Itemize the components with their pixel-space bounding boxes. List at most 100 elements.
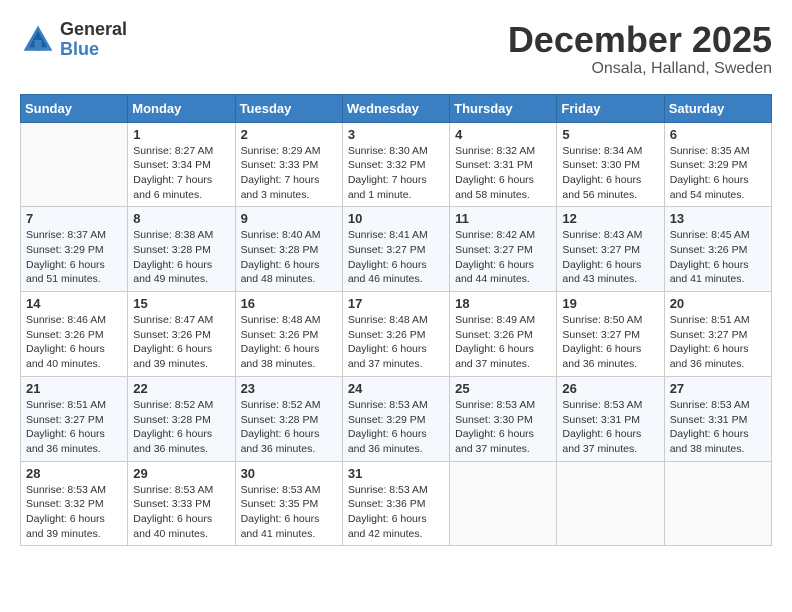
calendar-cell: 15 Sunrise: 8:47 AM Sunset: 3:26 PM Dayli…	[128, 292, 235, 377]
day-number: 22	[133, 381, 229, 396]
day-info: Sunrise: 8:40 AM Sunset: 3:28 PM Dayligh…	[241, 228, 337, 287]
day-info: Sunrise: 8:47 AM Sunset: 3:26 PM Dayligh…	[133, 313, 229, 372]
calendar-cell: 5 Sunrise: 8:34 AM Sunset: 3:30 PM Daylig…	[557, 122, 664, 207]
header-friday: Friday	[557, 94, 664, 122]
calendar-cell: 1Sunrise: 8:27 AM Sunset: 3:34 PM Daylig…	[128, 122, 235, 207]
calendar-week-row: 14 Sunrise: 8:46 AM Sunset: 3:26 PM Dayli…	[21, 292, 772, 377]
calendar-cell: 20Sunrise: 8:51 AM Sunset: 3:27 PM Dayli…	[664, 292, 771, 377]
day-number: 16	[241, 296, 337, 311]
day-info: Sunrise: 8:46 AM Sunset: 3:26 PM Dayligh…	[26, 313, 122, 372]
day-info: Sunrise: 8:43 AM Sunset: 3:27 PM Dayligh…	[562, 228, 658, 287]
calendar-week-row: 7Sunrise: 8:37 AM Sunset: 3:29 PM Daylig…	[21, 207, 772, 292]
day-info: Sunrise: 8:53 AM Sunset: 3:29 PM Dayligh…	[348, 398, 444, 457]
day-info: Sunrise: 8:53 AM Sunset: 3:31 PM Dayligh…	[670, 398, 766, 457]
day-number: 26	[562, 381, 658, 396]
month-title: December 2025	[508, 20, 772, 60]
header-thursday: Thursday	[450, 94, 557, 122]
calendar-cell: 2 Sunrise: 8:29 AM Sunset: 3:33 PM Daylig…	[235, 122, 342, 207]
calendar-cell: 17 Sunrise: 8:48 AM Sunset: 3:26 PM Dayli…	[342, 292, 449, 377]
day-info: Sunrise: 8:34 AM Sunset: 3:30 PM Dayligh…	[562, 144, 658, 203]
calendar-cell: 19 Sunrise: 8:50 AM Sunset: 3:27 PM Dayli…	[557, 292, 664, 377]
calendar-week-row: 21 Sunrise: 8:51 AM Sunset: 3:27 PM Dayli…	[21, 376, 772, 461]
day-info: Sunrise: 8:32 AM Sunset: 3:31 PM Dayligh…	[455, 144, 551, 203]
day-number: 19	[562, 296, 658, 311]
day-number: 24	[348, 381, 444, 396]
calendar-cell	[557, 461, 664, 546]
header-wednesday: Wednesday	[342, 94, 449, 122]
calendar-cell: 7Sunrise: 8:37 AM Sunset: 3:29 PM Daylig…	[21, 207, 128, 292]
day-info: Sunrise: 8:51 AM Sunset: 3:27 PM Dayligh…	[26, 398, 122, 457]
calendar-cell: 22 Sunrise: 8:52 AM Sunset: 3:28 PM Dayli…	[128, 376, 235, 461]
day-number: 31	[348, 466, 444, 481]
day-number: 20	[670, 296, 766, 311]
day-info: Sunrise: 8:48 AM Sunset: 3:26 PM Dayligh…	[348, 313, 444, 372]
day-info: Sunrise: 8:42 AM Sunset: 3:27 PM Dayligh…	[455, 228, 551, 287]
day-info: Sunrise: 8:38 AM Sunset: 3:28 PM Dayligh…	[133, 228, 229, 287]
calendar-cell: 18Sunrise: 8:49 AM Sunset: 3:26 PM Dayli…	[450, 292, 557, 377]
day-number: 6	[670, 127, 766, 142]
calendar-cell: 6Sunrise: 8:35 AM Sunset: 3:29 PM Daylig…	[664, 122, 771, 207]
calendar-cell: 9 Sunrise: 8:40 AM Sunset: 3:28 PM Daylig…	[235, 207, 342, 292]
day-number: 2	[241, 127, 337, 142]
day-number: 9	[241, 211, 337, 226]
day-number: 29	[133, 466, 229, 481]
day-number: 23	[241, 381, 337, 396]
page-header: General Blue December 2025 Onsala, Halla…	[20, 20, 772, 78]
calendar-cell: 4 Sunrise: 8:32 AM Sunset: 3:31 PM Daylig…	[450, 122, 557, 207]
calendar-cell: 10Sunrise: 8:41 AM Sunset: 3:27 PM Dayli…	[342, 207, 449, 292]
calendar-table: SundayMondayTuesdayWednesdayThursdayFrid…	[20, 94, 772, 547]
calendar-cell: 13Sunrise: 8:45 AM Sunset: 3:26 PM Dayli…	[664, 207, 771, 292]
day-number: 15	[133, 296, 229, 311]
calendar-cell: 24 Sunrise: 8:53 AM Sunset: 3:29 PM Dayli…	[342, 376, 449, 461]
day-info: Sunrise: 8:30 AM Sunset: 3:32 PM Dayligh…	[348, 144, 444, 203]
day-info: Sunrise: 8:53 AM Sunset: 3:35 PM Dayligh…	[241, 483, 337, 542]
day-info: Sunrise: 8:52 AM Sunset: 3:28 PM Dayligh…	[133, 398, 229, 457]
calendar-cell: 3 Sunrise: 8:30 AM Sunset: 3:32 PM Daylig…	[342, 122, 449, 207]
header-tuesday: Tuesday	[235, 94, 342, 122]
day-number: 18	[455, 296, 551, 311]
day-number: 1	[133, 127, 229, 142]
day-info: Sunrise: 8:37 AM Sunset: 3:29 PM Dayligh…	[26, 228, 122, 287]
calendar-cell: 28Sunrise: 8:53 AM Sunset: 3:32 PM Dayli…	[21, 461, 128, 546]
day-info: Sunrise: 8:53 AM Sunset: 3:32 PM Dayligh…	[26, 483, 122, 542]
header-monday: Monday	[128, 94, 235, 122]
day-number: 8	[133, 211, 229, 226]
day-info: Sunrise: 8:53 AM Sunset: 3:36 PM Dayligh…	[348, 483, 444, 542]
calendar-cell: 11 Sunrise: 8:42 AM Sunset: 3:27 PM Dayli…	[450, 207, 557, 292]
header-sunday: Sunday	[21, 94, 128, 122]
calendar-cell: 31 Sunrise: 8:53 AM Sunset: 3:36 PM Dayli…	[342, 461, 449, 546]
calendar-cell	[21, 122, 128, 207]
header-saturday: Saturday	[664, 94, 771, 122]
day-number: 3	[348, 127, 444, 142]
location-subtitle: Onsala, Halland, Sweden	[508, 60, 772, 78]
day-number: 4	[455, 127, 551, 142]
day-info: Sunrise: 8:41 AM Sunset: 3:27 PM Dayligh…	[348, 228, 444, 287]
logo-icon	[20, 22, 56, 58]
day-number: 27	[670, 381, 766, 396]
day-number: 21	[26, 381, 122, 396]
calendar-week-row: 1Sunrise: 8:27 AM Sunset: 3:34 PM Daylig…	[21, 122, 772, 207]
calendar-cell: 26Sunrise: 8:53 AM Sunset: 3:31 PM Dayli…	[557, 376, 664, 461]
day-number: 5	[562, 127, 658, 142]
calendar-cell: 23Sunrise: 8:52 AM Sunset: 3:28 PM Dayli…	[235, 376, 342, 461]
calendar-week-row: 28Sunrise: 8:53 AM Sunset: 3:32 PM Dayli…	[21, 461, 772, 546]
calendar-cell	[664, 461, 771, 546]
day-info: Sunrise: 8:50 AM Sunset: 3:27 PM Dayligh…	[562, 313, 658, 372]
calendar-cell: 21 Sunrise: 8:51 AM Sunset: 3:27 PM Dayli…	[21, 376, 128, 461]
calendar-header-row: SundayMondayTuesdayWednesdayThursdayFrid…	[21, 94, 772, 122]
calendar-cell: 29 Sunrise: 8:53 AM Sunset: 3:33 PM Dayli…	[128, 461, 235, 546]
day-number: 12	[562, 211, 658, 226]
day-number: 17	[348, 296, 444, 311]
calendar-cell: 27 Sunrise: 8:53 AM Sunset: 3:31 PM Dayli…	[664, 376, 771, 461]
day-number: 11	[455, 211, 551, 226]
day-number: 30	[241, 466, 337, 481]
calendar-cell: 8 Sunrise: 8:38 AM Sunset: 3:28 PM Daylig…	[128, 207, 235, 292]
day-info: Sunrise: 8:53 AM Sunset: 3:33 PM Dayligh…	[133, 483, 229, 542]
day-number: 25	[455, 381, 551, 396]
title-area: December 2025 Onsala, Halland, Sweden	[508, 20, 772, 78]
day-number: 14	[26, 296, 122, 311]
day-info: Sunrise: 8:48 AM Sunset: 3:26 PM Dayligh…	[241, 313, 337, 372]
day-info: Sunrise: 8:29 AM Sunset: 3:33 PM Dayligh…	[241, 144, 337, 203]
calendar-cell: 16 Sunrise: 8:48 AM Sunset: 3:26 PM Dayli…	[235, 292, 342, 377]
logo-text: General Blue	[60, 20, 127, 60]
